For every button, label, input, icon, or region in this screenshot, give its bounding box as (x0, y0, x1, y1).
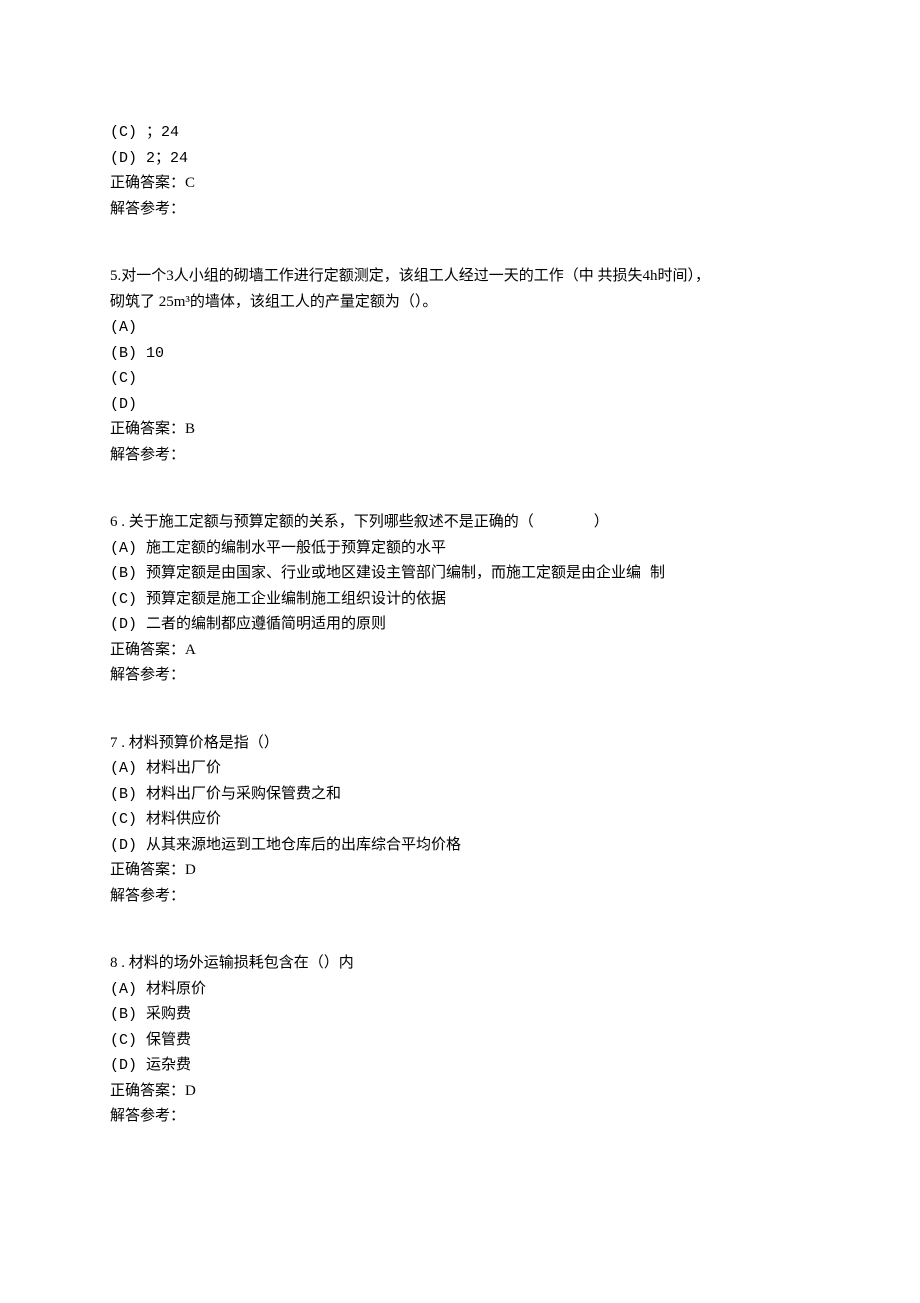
q8-option-d: (D) 运杂费 (110, 1053, 810, 1079)
q8-stem: 8 . 材料的场外运输损耗包含在（）内 (110, 951, 810, 977)
q5-option-c: (C) (110, 366, 810, 392)
q4-option-c: (C) ；24 (110, 120, 810, 146)
question-5: 5.对一个3人小组的砌墙工作进行定额测定，该组工人经过一天的工作（中 共损失4h… (110, 264, 810, 468)
question-6: 6 . 关于施工定额与预算定额的关系，下列哪些叙述不是正确的（ ） (A) 施工… (110, 510, 810, 689)
q6-stem: 6 . 关于施工定额与预算定额的关系，下列哪些叙述不是正确的（ ） (110, 510, 810, 536)
q8-explanation: 解答参考： (110, 1104, 810, 1130)
q5-explanation: 解答参考： (110, 443, 810, 469)
q5-answer: 正确答案：B (110, 417, 810, 443)
q6-option-d: (D) 二者的编制都应遵循简明适用的原则 (110, 612, 810, 638)
q7-answer: 正确答案：D (110, 858, 810, 884)
q8-answer: 正确答案：D (110, 1079, 810, 1105)
q7-option-b: (B) 材料出厂价与采购保管费之和 (110, 782, 810, 808)
q4-option-d: (D) 2；24 (110, 146, 810, 172)
q4-explanation: 解答参考： (110, 197, 810, 223)
q8-option-b: (B) 采购费 (110, 1002, 810, 1028)
q5-stem-line1: 5.对一个3人小组的砌墙工作进行定额测定，该组工人经过一天的工作（中 共损失4h… (110, 264, 810, 290)
question-7: 7 . 材料预算价格是指（） (A) 材料出厂价 (B) 材料出厂价与采购保管费… (110, 731, 810, 910)
q6-explanation: 解答参考： (110, 663, 810, 689)
page: (C) ；24 (D) 2；24 正确答案：C 解答参考： 5.对一个3人小组的… (0, 0, 920, 1303)
q6-option-c: (C) 预算定额是施工企业编制施工组织设计的依据 (110, 587, 810, 613)
q7-option-d: (D) 从其来源地运到工地仓库后的出库综合平均价格 (110, 833, 810, 859)
q5-option-b: (B) 10 (110, 341, 810, 367)
q7-option-c: (C) 材料供应价 (110, 807, 810, 833)
q5-option-a: (A) (110, 315, 810, 341)
q5-option-d: (D) (110, 392, 810, 418)
q7-stem: 7 . 材料预算价格是指（） (110, 731, 810, 757)
question-4-partial: (C) ；24 (D) 2；24 正确答案：C 解答参考： (110, 120, 810, 222)
q6-option-a: (A) 施工定额的编制水平一般低于预算定额的水平 (110, 536, 810, 562)
q8-option-c: (C) 保管费 (110, 1028, 810, 1054)
q7-explanation: 解答参考： (110, 884, 810, 910)
q5-stem-line2: 砌筑了 25m³的墙体，该组工人的产量定额为（）。 (110, 290, 810, 316)
q7-option-a: (A) 材料出厂价 (110, 756, 810, 782)
q4-answer: 正确答案：C (110, 171, 810, 197)
q8-option-a: (A) 材料原价 (110, 977, 810, 1003)
question-8: 8 . 材料的场外运输损耗包含在（）内 (A) 材料原价 (B) 采购费 (C)… (110, 951, 810, 1130)
q6-option-b: (B) 预算定额是由国家、行业或地区建设主管部门编制，而施工定额是由企业编 制 (110, 561, 810, 587)
q6-answer: 正确答案：A (110, 638, 810, 664)
